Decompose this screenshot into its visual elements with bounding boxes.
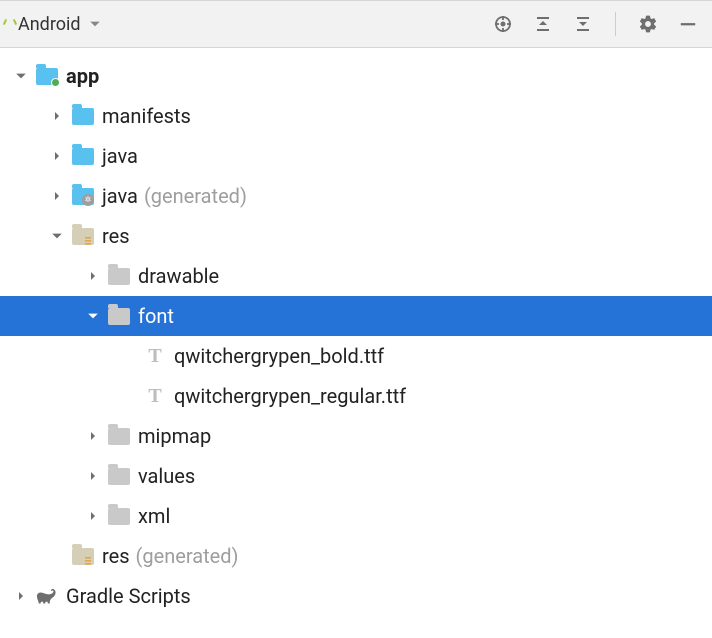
expand-arrow-icon[interactable] bbox=[86, 511, 100, 521]
divider bbox=[615, 12, 616, 36]
toolbar: Android bbox=[0, 0, 712, 48]
node-label: values bbox=[138, 464, 195, 488]
folder-icon bbox=[72, 145, 94, 167]
expand-arrow-icon[interactable] bbox=[86, 271, 100, 281]
node-label: Gradle Scripts bbox=[66, 584, 191, 608]
view-title: Android bbox=[18, 14, 81, 35]
tree-node-drawable[interactable]: drawable bbox=[0, 256, 712, 296]
expand-arrow-icon[interactable] bbox=[86, 310, 100, 322]
tree-node-java-generated[interactable]: ✲ java (generated) bbox=[0, 176, 712, 216]
expand-arrow-icon[interactable] bbox=[86, 471, 100, 481]
chevron-down-icon bbox=[89, 18, 101, 30]
folder-icon bbox=[108, 305, 130, 327]
node-label: qwitchergrypen_bold.ttf bbox=[174, 344, 384, 368]
node-suffix: (generated) bbox=[136, 544, 239, 568]
tree-node-java[interactable]: java bbox=[0, 136, 712, 176]
module-folder-icon bbox=[36, 65, 58, 87]
tree-node-font[interactable]: font bbox=[0, 296, 712, 336]
font-file-icon: T bbox=[144, 345, 166, 367]
expand-arrow-icon[interactable] bbox=[50, 151, 64, 161]
resource-folder-icon bbox=[72, 545, 94, 567]
node-label: java bbox=[102, 144, 138, 168]
select-opened-file-icon[interactable] bbox=[489, 10, 517, 38]
tree-node-app[interactable]: app bbox=[0, 56, 712, 96]
expand-arrow-icon[interactable] bbox=[50, 111, 64, 121]
folder-icon bbox=[108, 465, 130, 487]
tree-node-res-generated[interactable]: res (generated) bbox=[0, 536, 712, 576]
tree-node-font-file[interactable]: T qwitchergrypen_bold.ttf bbox=[0, 336, 712, 376]
tree-node-xml[interactable]: xml bbox=[0, 496, 712, 536]
node-label: drawable bbox=[138, 264, 219, 288]
folder-icon bbox=[108, 425, 130, 447]
node-label: xml bbox=[138, 504, 170, 528]
expand-arrow-icon[interactable] bbox=[50, 191, 64, 201]
node-label: app bbox=[66, 64, 99, 88]
folder-icon bbox=[108, 265, 130, 287]
collapse-all-icon[interactable] bbox=[569, 10, 597, 38]
expand-arrow-icon[interactable] bbox=[86, 431, 100, 441]
node-label: java bbox=[102, 184, 138, 208]
tree-node-res[interactable]: res bbox=[0, 216, 712, 256]
gear-icon[interactable] bbox=[634, 10, 662, 38]
expand-all-icon[interactable] bbox=[529, 10, 557, 38]
view-selector[interactable]: Android bbox=[10, 14, 101, 35]
tree-node-gradle-scripts[interactable]: Gradle Scripts bbox=[0, 576, 712, 616]
node-label: font bbox=[138, 304, 174, 328]
node-label: manifests bbox=[102, 104, 191, 128]
tree-node-mipmap[interactable]: mipmap bbox=[0, 416, 712, 456]
expand-arrow-icon[interactable] bbox=[50, 230, 64, 242]
node-label: res bbox=[102, 224, 130, 248]
project-tree: app manifests java ✲ java (generated) bbox=[0, 48, 712, 616]
hide-icon[interactable] bbox=[674, 10, 702, 38]
tree-node-manifests[interactable]: manifests bbox=[0, 96, 712, 136]
expand-arrow-icon[interactable] bbox=[14, 70, 28, 82]
tree-node-font-file[interactable]: T qwitchergrypen_regular.ttf bbox=[0, 376, 712, 416]
node-suffix: (generated) bbox=[144, 184, 247, 208]
font-file-icon: T bbox=[144, 385, 166, 407]
resource-folder-icon bbox=[72, 225, 94, 247]
node-label: res bbox=[102, 544, 130, 568]
tree-node-values[interactable]: values bbox=[0, 456, 712, 496]
folder-icon bbox=[72, 105, 94, 127]
node-label: qwitchergrypen_regular.ttf bbox=[174, 384, 406, 408]
generated-folder-icon: ✲ bbox=[72, 185, 94, 207]
expand-arrow-icon[interactable] bbox=[14, 591, 28, 601]
node-label: mipmap bbox=[138, 424, 211, 448]
gradle-icon bbox=[36, 585, 58, 607]
folder-icon bbox=[108, 505, 130, 527]
